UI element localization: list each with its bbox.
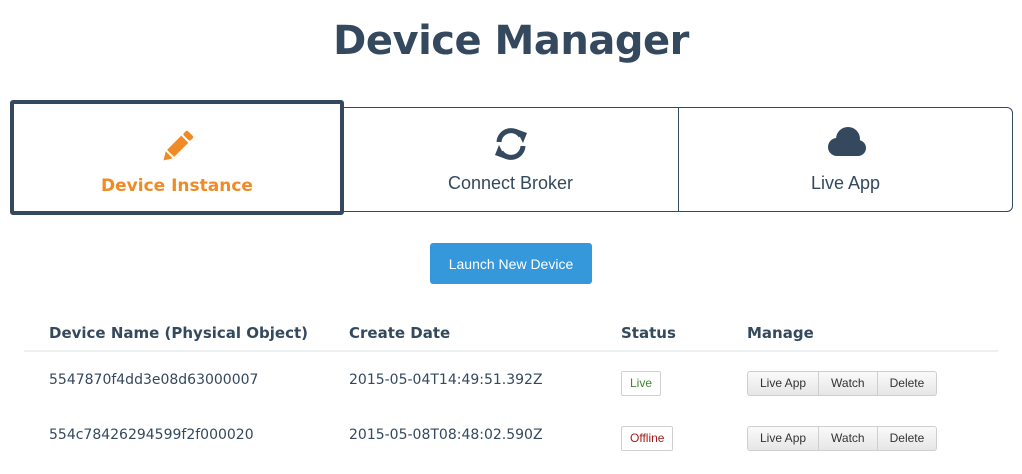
table-row: 5547870f4dd3e08d63000007 2015-05-04T14:4… — [24, 352, 998, 407]
create-date: 2015-05-04T14:49:51.392Z — [349, 372, 543, 388]
delete-button[interactable]: Delete — [877, 426, 938, 451]
launch-new-device-button[interactable]: Launch New Device — [430, 243, 592, 284]
column-header-manage[interactable]: Manage — [747, 324, 814, 342]
column-header-status[interactable]: Status — [621, 324, 676, 342]
live-app-button[interactable]: Live App — [747, 426, 820, 451]
manage-button-group: Live App Watch Delete — [747, 371, 938, 396]
watch-button[interactable]: Watch — [819, 426, 878, 451]
tab-label: Device Instance — [101, 176, 253, 196]
mode-tabs: Device Instance Connect Broker Live App — [10, 100, 1013, 215]
device-name: 554c78426294599f2f000020 — [49, 427, 254, 443]
pencil-icon — [14, 128, 340, 166]
live-app-button[interactable]: Live App — [747, 371, 820, 396]
column-header-create-date[interactable]: Create Date — [349, 324, 450, 342]
device-table: Device Name (Physical Object) Create Dat… — [24, 310, 998, 462]
table-row: 554c78426294599f2f000020 2015-05-08T08:4… — [24, 407, 998, 462]
tab-device-instance[interactable]: Device Instance — [10, 100, 344, 215]
tab-connect-broker[interactable]: Connect Broker — [342, 107, 680, 212]
refresh-icon — [342, 125, 679, 163]
table-header: Device Name (Physical Object) Create Dat… — [24, 310, 998, 352]
delete-button[interactable]: Delete — [877, 371, 938, 396]
column-header-device-name[interactable]: Device Name (Physical Object) — [49, 324, 308, 342]
create-date: 2015-05-08T08:48:02.590Z — [349, 427, 543, 443]
tab-live-app[interactable]: Live App — [678, 107, 1013, 212]
cloud-icon — [679, 125, 1012, 161]
tab-label: Connect Broker — [447, 173, 574, 193]
watch-button[interactable]: Watch — [819, 371, 878, 396]
tab-label: Live App — [810, 173, 881, 193]
status-badge: Offline — [621, 426, 674, 451]
page-title: Device Manager — [333, 18, 689, 64]
device-name: 5547870f4dd3e08d63000007 — [49, 372, 259, 388]
manage-button-group: Live App Watch Delete — [747, 426, 938, 451]
status-badge: Live — [621, 371, 662, 396]
